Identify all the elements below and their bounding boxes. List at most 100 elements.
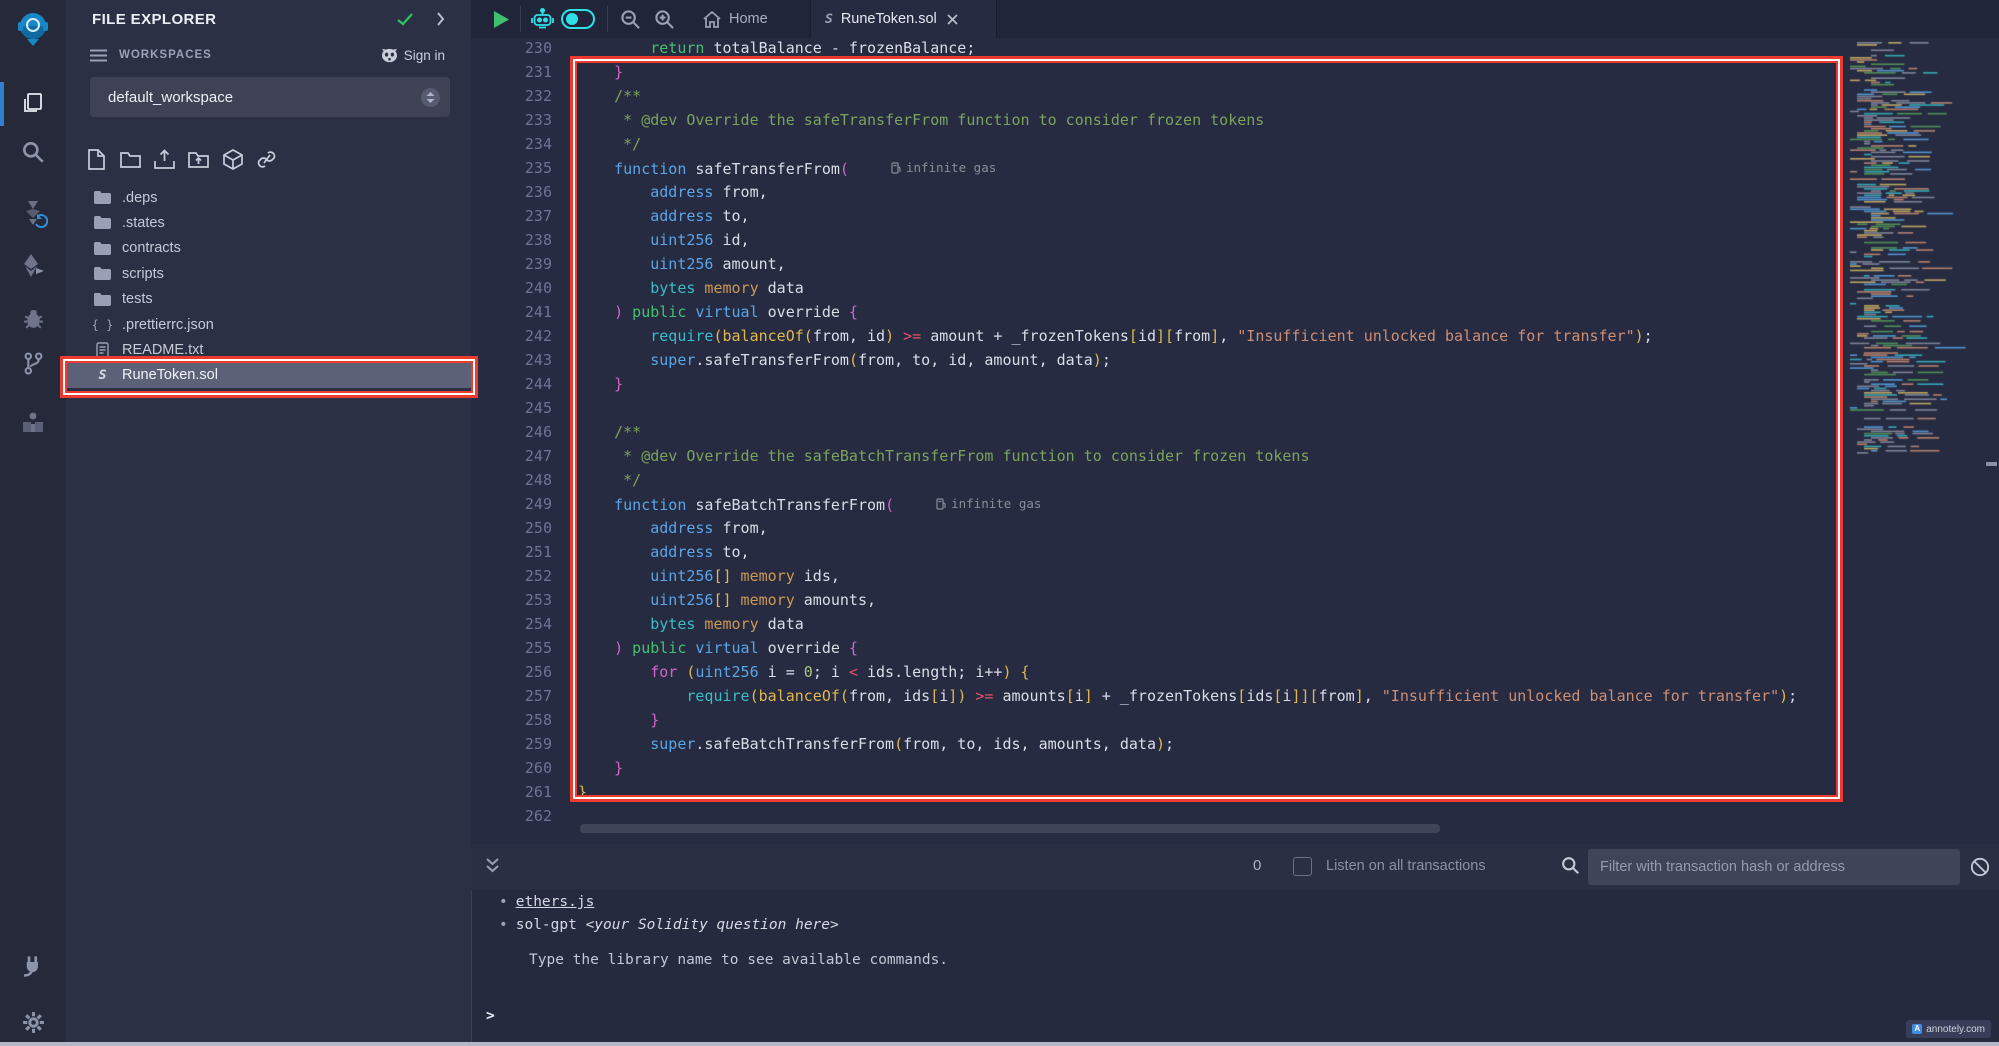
code-line-247: 247 * @dev Override the safeBatchTransfe… [471, 444, 1848, 468]
settings-gear-icon[interactable] [0, 1000, 66, 1044]
terminal-cmd-line: •sol-gpt <your Solidity question here> [499, 917, 839, 933]
remix-ide-window: FILE EXPLORER WORKSPACES Sign in default… [0, 0, 1999, 1046]
tree-item-README.txt[interactable]: README.txt [66, 337, 471, 362]
folder-icon [94, 242, 111, 255]
folder-icon [94, 267, 111, 280]
workspace-select[interactable]: default_workspace [90, 77, 450, 117]
link-gist-icon[interactable] [256, 146, 277, 172]
search-icon[interactable] [0, 130, 66, 174]
code-line-237: 237 address to, [471, 204, 1848, 228]
tree-item-.deps[interactable]: .deps [66, 185, 471, 210]
create-new-folder-icon[interactable] [120, 146, 141, 172]
sol-icon: S [94, 368, 111, 383]
code-line-240: 240 bytes memory data [471, 276, 1848, 300]
file-explorer-icon[interactable] [0, 81, 66, 125]
window-bottom-edge [0, 1042, 1999, 1046]
workspaces-row: WORKSPACES Sign in [66, 38, 471, 72]
infinite-gas-hint: infinite gas [891, 156, 996, 180]
terminal-help-text: Type the library name to see available c… [529, 952, 948, 968]
debugger-icon[interactable] [0, 296, 66, 340]
publish-ipfs-cube-icon[interactable] [222, 146, 243, 172]
copilot-toggle[interactable] [561, 0, 595, 38]
tree-item-RuneToken.sol[interactable]: SRuneToken.sol [66, 363, 471, 388]
code-line-234: 234 */ [471, 132, 1848, 156]
tab-runetoken[interactable]: S RuneToken.sol [810, 0, 997, 38]
editor-tabbar: Home S RuneToken.sol [471, 0, 1999, 38]
code-line-242: 242 require(balanceOf(from, id) >= amoun… [471, 324, 1848, 348]
workspaces-menu-icon[interactable] [90, 49, 107, 62]
code-line-235: 235 function safeTransferFrom(infinite g… [471, 156, 1848, 180]
doc-icon [94, 342, 111, 358]
ethers-link[interactable]: ethers.js [516, 894, 595, 910]
horizontal-scrollbar[interactable] [580, 824, 1440, 833]
git-icon[interactable] [0, 341, 66, 385]
learneth-icon[interactable] [0, 401, 66, 445]
terminal-output[interactable]: •ethers.js •sol-gpt <your Solidity quest… [471, 890, 1999, 1042]
code-line-236: 236 address from, [471, 180, 1848, 204]
minimap[interactable] [1846, 38, 1986, 818]
code-line-257: 257 require(balanceOf(from, ids[i]) >= a… [471, 684, 1848, 708]
tab-home[interactable]: Home [689, 0, 782, 38]
folder-icon [94, 293, 111, 306]
code-line-261: 261} [471, 780, 1848, 804]
folder-icon [94, 191, 111, 204]
collapse-panel-chevron-icon[interactable] [436, 12, 445, 26]
remix-logo-icon[interactable] [0, 6, 66, 50]
solidity-compiler-icon[interactable] [0, 191, 66, 235]
annotely-icon: A [1912, 1024, 1922, 1034]
terminal-search-icon[interactable] [1561, 856, 1580, 875]
home-icon [703, 11, 721, 28]
code-line-233: 233 * @dev Override the safeTransferFrom… [471, 108, 1848, 132]
code-line-252: 252 uint256[] memory ids, [471, 564, 1848, 588]
tree-item-.prettierrc.json[interactable]: { }.prettierrc.json [66, 312, 471, 337]
zoom-in-icon[interactable] [654, 0, 675, 38]
zoom-out-icon[interactable] [620, 0, 641, 38]
icon-rail [0, 0, 66, 1046]
transaction-count: 0 [1253, 857, 1261, 874]
upload-folder-icon[interactable] [188, 146, 209, 172]
code-line-249: 249 function safeBatchTransferFrom(infin… [471, 492, 1848, 516]
terminal-bar: 0 Listen on all transactions [471, 844, 1999, 890]
github-icon [381, 48, 398, 63]
code-line-231: 231 } [471, 60, 1848, 84]
tree-item-tests[interactable]: tests [66, 287, 471, 312]
plugin-manager-icon[interactable] [0, 944, 66, 988]
expand-terminal-chevrons-icon[interactable] [485, 857, 500, 875]
upload-file-icon[interactable] [154, 146, 175, 172]
close-tab-icon[interactable] [947, 14, 958, 25]
code-line-239: 239 uint256 amount, [471, 252, 1848, 276]
code-line-245: 245 [471, 396, 1848, 420]
tree-item-.states[interactable]: .states [66, 210, 471, 235]
deploy-run-icon[interactable] [0, 243, 66, 287]
folder-icon [94, 216, 111, 229]
code-line-251: 251 address to, [471, 540, 1848, 564]
code-editor[interactable]: 230 return totalBalance - frozenBalance;… [471, 38, 1999, 844]
listen-transactions-label: Listen on all transactions [1326, 858, 1486, 874]
solidity-file-icon: S [825, 12, 833, 27]
panel-header: FILE EXPLORER [66, 0, 471, 38]
code-line-243: 243 super.safeTransferFrom(from, to, id,… [471, 348, 1848, 372]
json-icon: { } [94, 318, 111, 332]
explorer-toolbar [86, 146, 277, 172]
code-line-248: 248 */ [471, 468, 1848, 492]
ai-copilot-robot-icon[interactable] [531, 0, 554, 38]
code-line-260: 260 } [471, 756, 1848, 780]
run-script-play-button[interactable] [493, 0, 510, 38]
tree-item-scripts[interactable]: scripts [66, 261, 471, 286]
annotely-watermark: A annotely.com [1906, 1020, 1991, 1038]
workspaces-label: WORKSPACES [119, 49, 212, 61]
listen-transactions-checkbox[interactable] [1293, 857, 1312, 876]
transaction-filter-input[interactable] [1588, 849, 1960, 885]
success-check-icon [397, 13, 413, 26]
vertical-scrollbar[interactable] [1986, 462, 1997, 466]
terminal-prompt[interactable]: > [486, 1008, 495, 1024]
panel-title: FILE EXPLORER [92, 11, 216, 28]
code-line-253: 253 uint256[] memory amounts, [471, 588, 1848, 612]
tree-item-contracts[interactable]: contracts [66, 236, 471, 261]
clear-console-ban-icon[interactable] [1970, 857, 1990, 877]
code-line-244: 244 } [471, 372, 1848, 396]
create-new-file-icon[interactable] [86, 146, 107, 172]
code-line-259: 259 super.safeBatchTransferFrom(from, to… [471, 732, 1848, 756]
sign-in-button[interactable]: Sign in [381, 48, 445, 63]
code-line-255: 255 ) public virtual override { [471, 636, 1848, 660]
